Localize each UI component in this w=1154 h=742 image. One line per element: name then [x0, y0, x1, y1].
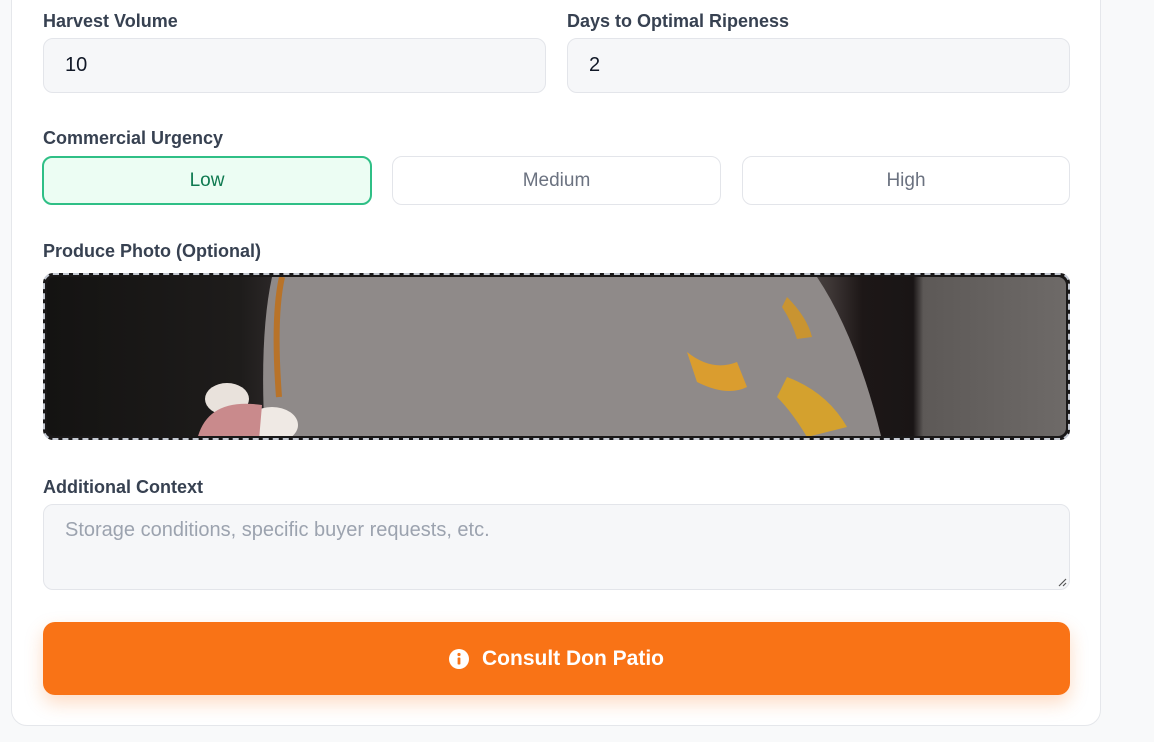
additional-context-placeholder: Storage conditions, specific buyer reque…	[65, 519, 490, 541]
harvest-volume-input[interactable]: 10	[43, 38, 546, 93]
produce-photo-image	[47, 277, 1066, 436]
urgency-low-button[interactable]: Low	[42, 156, 372, 205]
additional-context-label: Additional Context	[43, 477, 203, 497]
days-to-ripeness-label: Days to Optimal Ripeness	[567, 11, 790, 31]
harvest-volume-label: Harvest Volume	[43, 11, 178, 31]
info-circle-icon	[449, 648, 469, 669]
urgency-high-button[interactable]: High	[742, 156, 1070, 205]
produce-photo-label: Produce Photo (Optional)	[43, 241, 261, 261]
days-to-ripeness-input[interactable]: 2	[567, 38, 1070, 93]
additional-context-textarea[interactable]: Storage conditions, specific buyer reque…	[43, 504, 1070, 590]
produce-photo-upload[interactable]	[43, 273, 1070, 440]
urgency-medium-button[interactable]: Medium	[392, 156, 721, 205]
commercial-urgency-label: Commercial Urgency	[43, 128, 224, 148]
consult-button-label: Consult Don Patio	[482, 646, 664, 670]
resize-handle-icon[interactable]	[1055, 575, 1067, 587]
consult-don-patio-button[interactable]: Consult Don Patio	[43, 622, 1070, 695]
